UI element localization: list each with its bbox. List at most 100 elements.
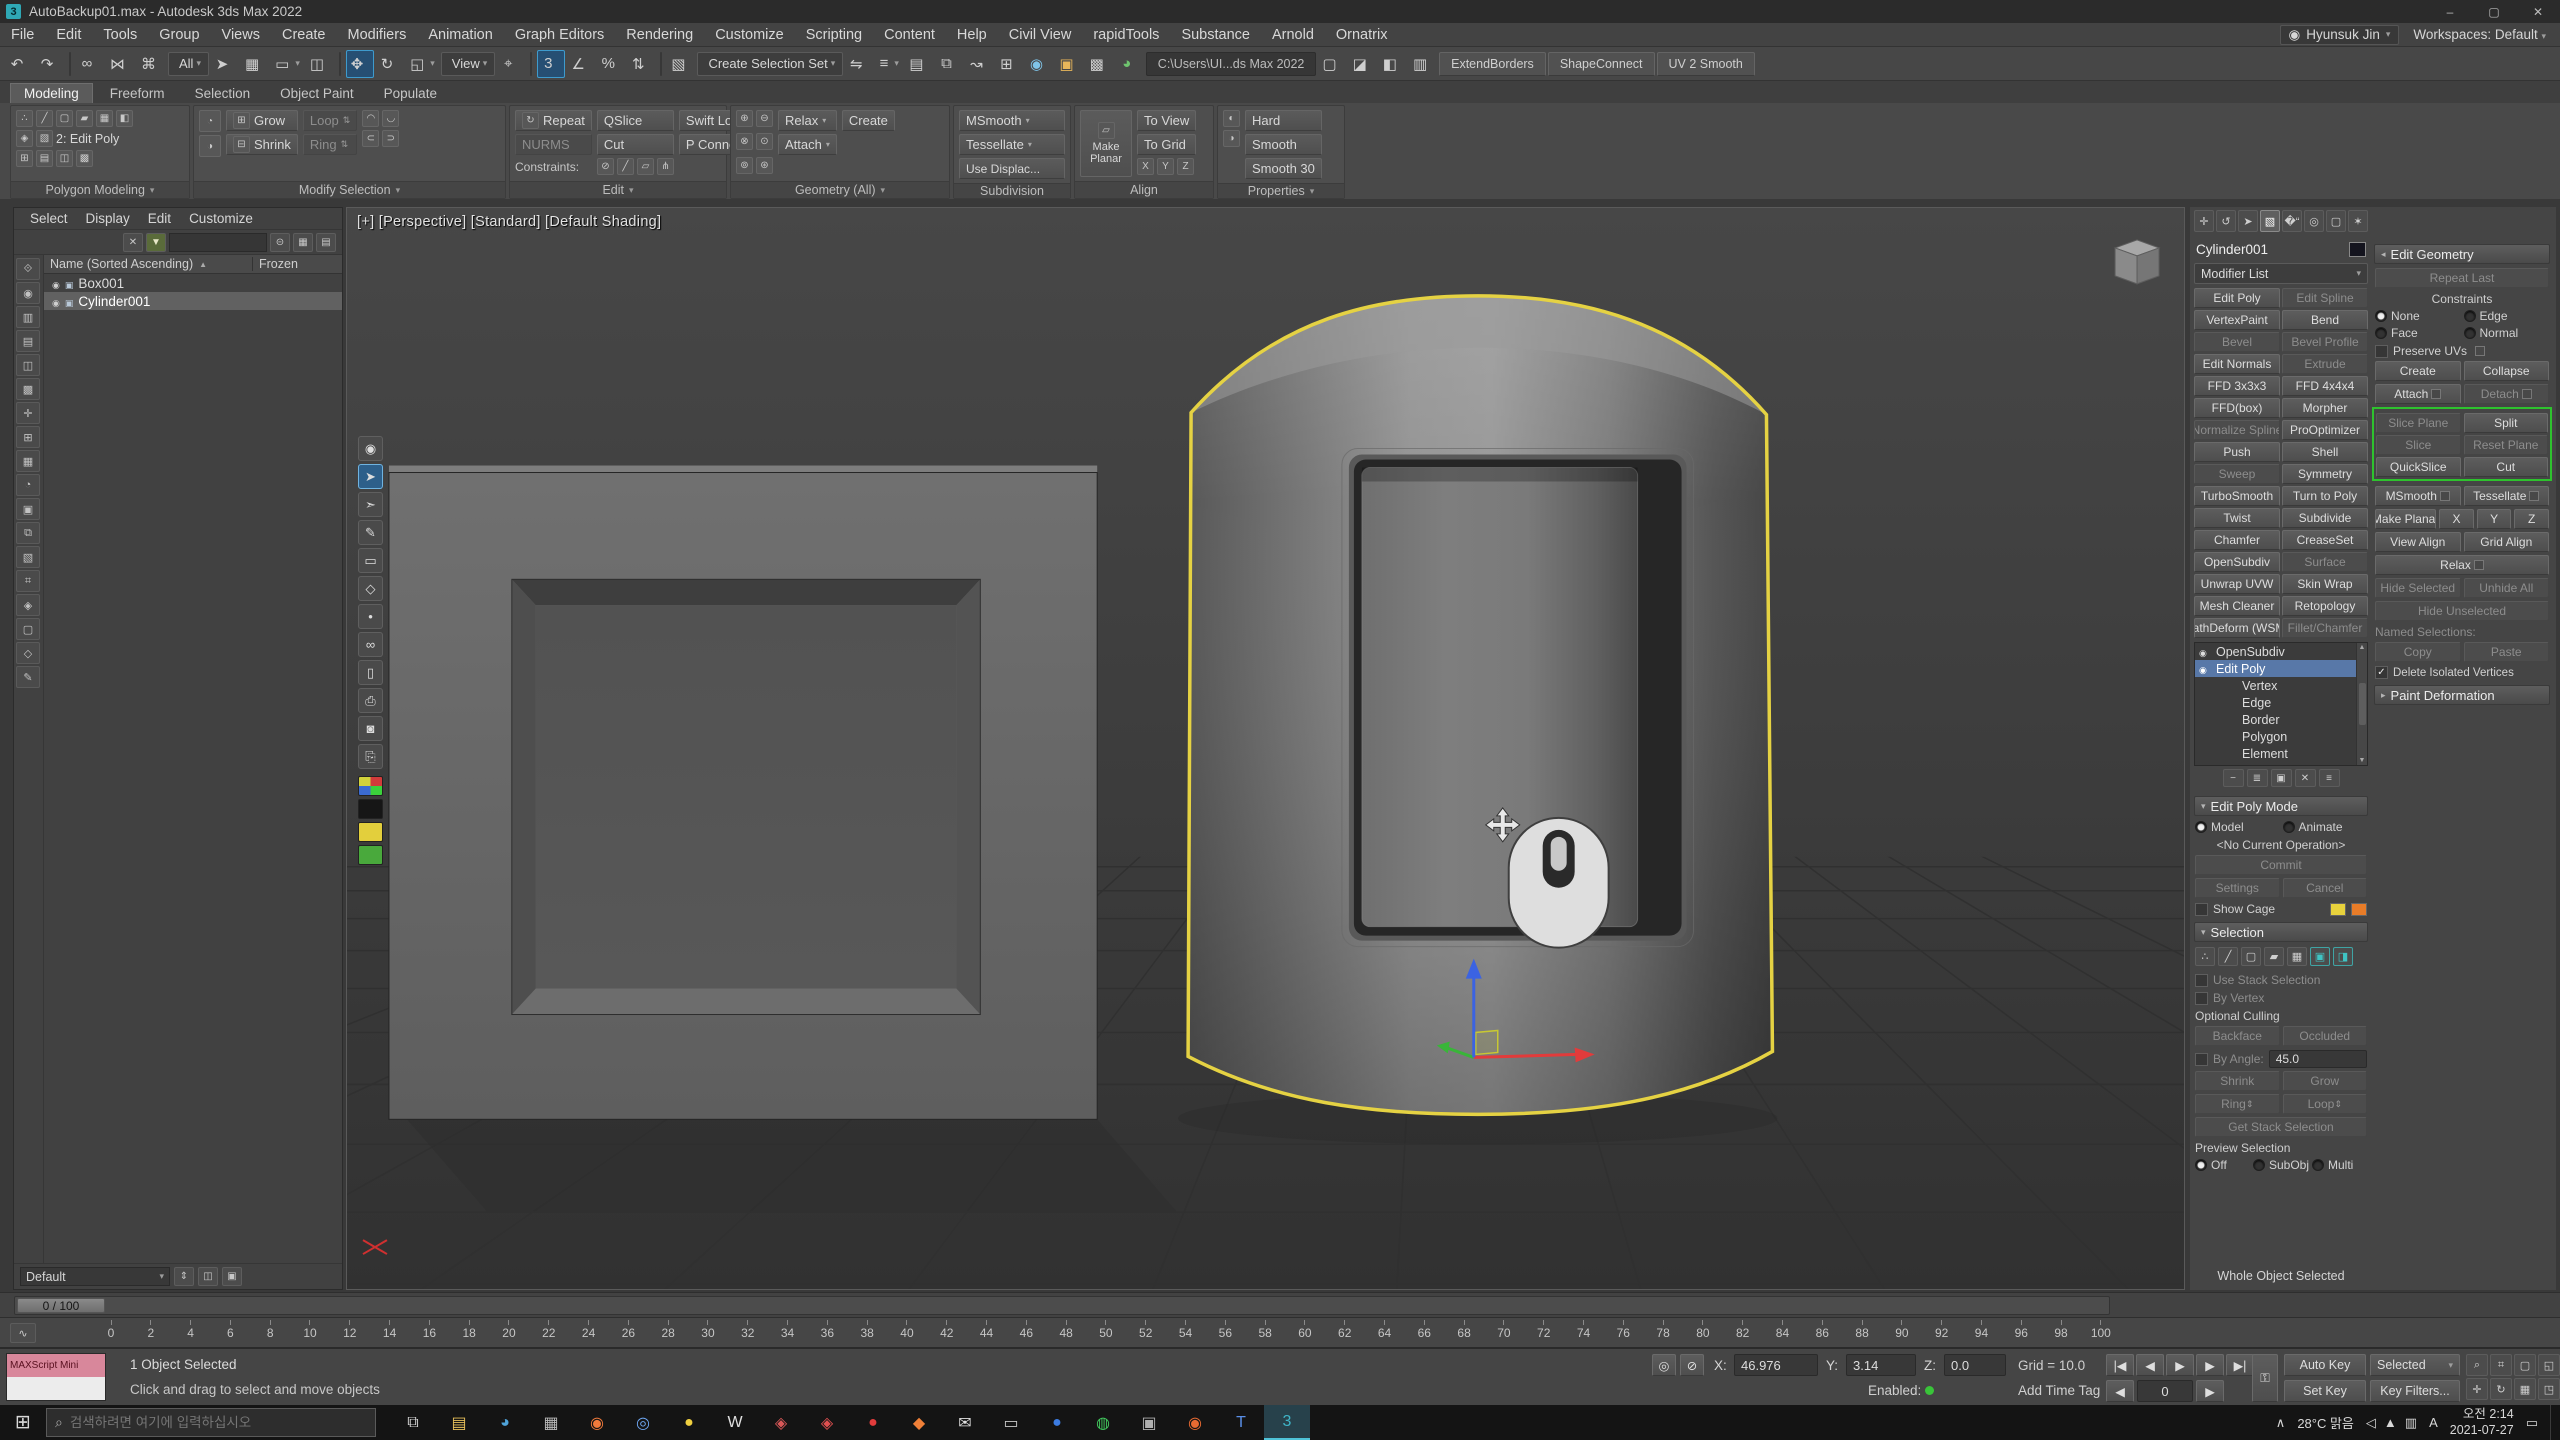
planar-z-button[interactable]: Z [2514,509,2549,529]
file-explorer-icon[interactable]: ▤ [436,1405,482,1440]
toggle-ribbon-icon[interactable]: ⧉ [935,50,963,78]
app-icon[interactable]: ▣ [1126,1405,1172,1440]
select-by-name-icon[interactable]: ▦ [241,50,269,78]
show-desktop-button[interactable] [2550,1405,2556,1440]
slice-button[interactable]: Slice [2376,435,2461,455]
key-filters-button[interactable]: Key Filters... [2370,1380,2460,1402]
repeat-last-button[interactable]: Repeat Last [2375,268,2549,288]
next-frame-button[interactable]: ▶ [2196,1380,2224,1402]
modifier-button[interactable]: Sweep [2194,464,2280,484]
timeline-tick[interactable]: 52 [1141,1320,1151,1346]
cut-button[interactable]: Cut [597,134,674,155]
explorer-toolbar-icon[interactable]: ◈ [16,594,40,616]
preview-subobj-radio[interactable]: SubObj [2253,1158,2309,1172]
time-slider-track[interactable]: 0 / 100 [14,1296,2110,1315]
add-time-tag[interactable]: Add Time Tag [2018,1383,2100,1398]
selection-filter-dropdown[interactable]: All▾ [168,52,209,76]
timeline-tick[interactable]: 32 [743,1320,753,1346]
constraint-icon[interactable]: ╱ [617,158,634,175]
ribbon-tab[interactable]: Modeling [10,83,93,103]
qslice-button[interactable]: QSlice [597,110,674,131]
viewport-canvas[interactable] [347,208,2184,1289]
explorer-toolbar-icon[interactable]: ▣ [16,498,40,520]
menu-item[interactable]: Modifiers [337,23,418,46]
loop-button[interactable]: Loop⇕ [2283,1094,2368,1114]
viewport-nav-icon[interactable]: ⌗ [2490,1354,2512,1376]
timeline-tick[interactable]: 84 [1777,1320,1787,1346]
modifier-button[interactable]: Subdivide [2282,508,2368,528]
loop-mode-icon[interactable]: ◡ [382,110,399,127]
explorer-toolbar-icon[interactable]: ▧ [16,546,40,568]
geometry-icon[interactable]: ⊗ [736,133,753,150]
timeline-tick[interactable]: 48 [1061,1320,1071,1346]
create-button[interactable]: Create [842,110,895,131]
align-z-button[interactable]: Z [1177,158,1194,175]
nurms-button[interactable]: NURMS [515,134,592,155]
menu-item[interactable]: Graph Editors [504,23,615,46]
camera-icon[interactable]: ◙ [358,716,383,741]
app-icon[interactable]: ● [850,1405,896,1440]
angle-snap-icon[interactable]: ∠ [567,50,595,78]
timeline-tick[interactable]: 20 [504,1320,514,1346]
viewport-nav-icon[interactable]: ▦ [2514,1378,2536,1400]
explorer-list-icon[interactable]: ▤ [316,233,336,252]
stack-tool-icon[interactable]: − [2223,769,2244,787]
subobject-mode-icon[interactable]: ▢ [56,110,73,127]
yellow-swatch[interactable] [358,822,383,842]
extend-borders-button[interactable]: ExtendBorders [1439,52,1546,76]
tray-icon[interactable]: ◁ [2366,1415,2376,1431]
diamond-tool-icon[interactable]: ◇ [358,576,383,601]
explorer-toolbar-icon[interactable]: ⌗ [16,570,40,592]
commit-button[interactable]: Commit [2195,855,2367,875]
tessellate-button[interactable]: Tessellate [2464,486,2550,506]
modifier-button[interactable]: Surface [2282,552,2368,572]
taskbar-search[interactable]: ⌕ [46,1408,376,1437]
timeline-tick[interactable]: 14 [385,1320,395,1346]
modifier-button[interactable]: Bevel [2194,332,2280,352]
explorer-menu-item[interactable]: Edit [140,211,179,226]
selection-big-icon[interactable]: ◑ [199,135,221,157]
stack-item[interactable]: Edge [2195,694,2356,711]
undo-icon[interactable]: ↶ [6,50,34,78]
modifier-button[interactable]: Retopology [2282,596,2368,616]
toolbar-icon[interactable]: ◪ [1349,50,1377,78]
smooth-button[interactable]: Smooth [1245,134,1322,155]
percent-snap-icon[interactable]: % [597,50,625,78]
copy-button[interactable]: Copy [2375,642,2461,662]
element-subobject-icon[interactable]: ▦ [2287,947,2307,966]
toolbar-icon[interactable]: ◧ [1379,50,1407,78]
reset-plane-button[interactable]: Reset Plane [2464,435,2549,455]
timeline-tick[interactable]: 36 [822,1320,832,1346]
stack-item[interactable]: Vertex [2195,677,2356,694]
weather-widget[interactable]: 28°C 맑음 [2297,1413,2354,1432]
current-frame-field[interactable]: 0 [2137,1380,2193,1402]
modifier-button[interactable]: TurboSmooth [2194,486,2280,506]
material-editor-icon[interactable]: ◉ [1025,50,1053,78]
occluded-button[interactable]: Occluded [2283,1026,2368,1046]
user-account-button[interactable]: ◉ Hyunsuk Jin ▾ [2280,25,2400,45]
use-displacement-button[interactable]: Use Displac... [959,158,1065,179]
menu-item[interactable]: Help [946,23,998,46]
playback-button[interactable]: |◀ [2106,1354,2134,1376]
bind-to-spacewarp-icon[interactable]: ⌘ [137,50,166,78]
modifier-button[interactable]: Symmetry [2282,464,2368,484]
3dsmax-taskbar-icon[interactable]: 3 [1264,1405,1310,1440]
show-cage-checkbox[interactable] [2195,903,2208,916]
panel-label[interactable]: Properties [1218,183,1344,198]
toolbar-icon[interactable] [660,52,662,76]
monitor-app-icon[interactable]: ▭ [988,1405,1034,1440]
modifier-button[interactable]: Push [2194,442,2280,462]
hide-unselected-button[interactable]: Hide Unselected [2375,601,2549,621]
named-selection-set-combo[interactable]: Create Selection Set▾ [697,52,843,76]
render-setup-icon[interactable]: ▣ [1055,50,1083,78]
explorer-menu-item[interactable]: Select [22,211,76,226]
list-item[interactable]: Box001 [44,274,342,292]
modifier-button[interactable]: FFD(box) [2194,398,2280,418]
timeline-tick[interactable]: 42 [942,1320,952,1346]
explorer-toolbar-icon[interactable]: ⟐ [16,258,40,280]
align-x-button[interactable]: X [1137,158,1154,175]
timeline-tick[interactable]: 16 [424,1320,434,1346]
timeline-tick[interactable]: 90 [1897,1320,1907,1346]
animate-radio[interactable]: Animate [2283,820,2368,834]
timeline-tick[interactable]: 98 [2056,1320,2066,1346]
